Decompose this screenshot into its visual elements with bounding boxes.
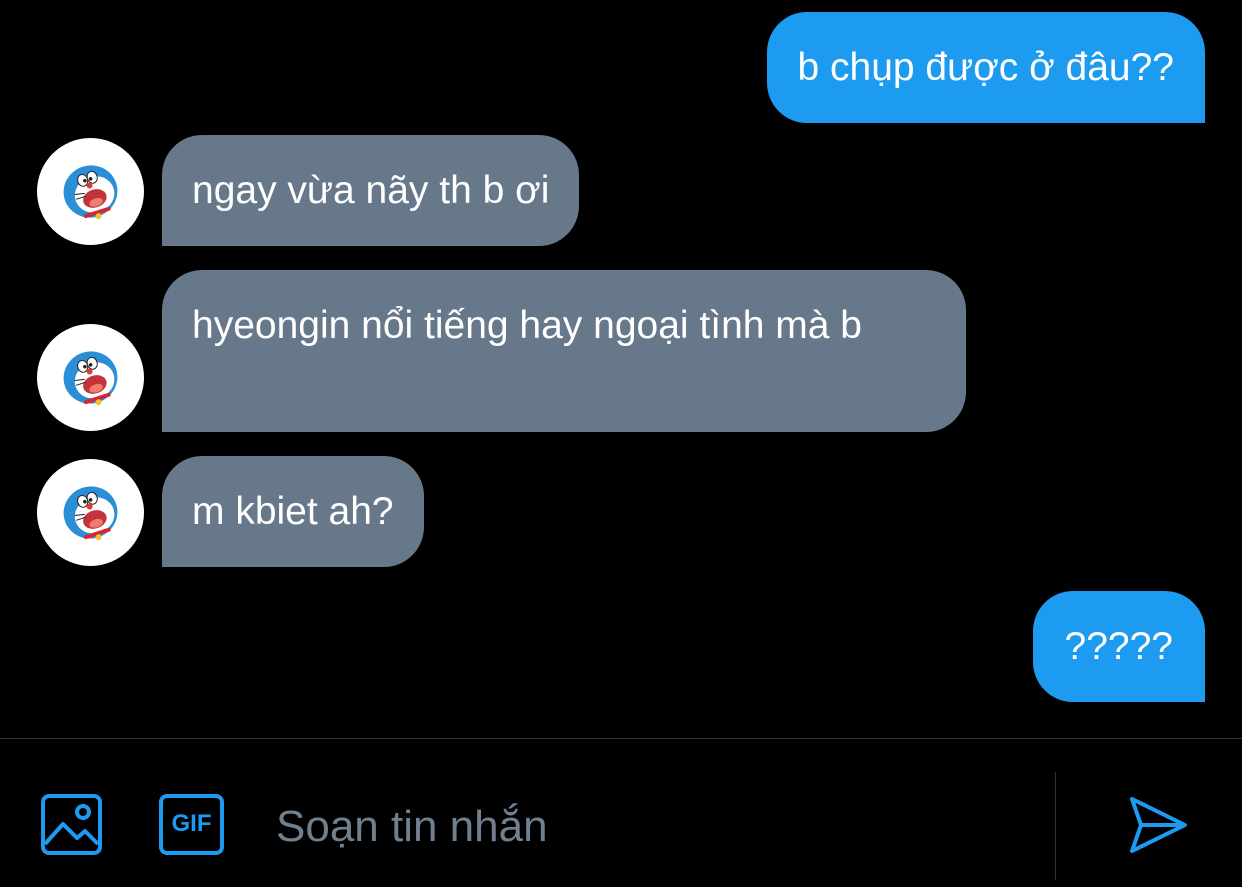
message-thread: b chụp được ở đâu?? ngay vừa nãy th b ơi… xyxy=(0,0,1242,738)
send-divider xyxy=(1055,772,1056,880)
contact-avatar[interactable] xyxy=(37,459,144,566)
incoming-message-bubble[interactable]: hyeongin nổi tiếng hay ngoại tình mà b xyxy=(162,270,966,432)
outgoing-message-bubble[interactable]: ????? xyxy=(1032,591,1205,702)
outgoing-message-bubble[interactable]: b chụp được ở đâu?? xyxy=(766,12,1205,123)
doraemon-avatar-icon xyxy=(63,351,118,406)
image-icon xyxy=(41,794,102,855)
add-gif-button[interactable]: GIF xyxy=(159,794,224,855)
message-composer: GIF xyxy=(0,739,1242,887)
contact-avatar[interactable] xyxy=(37,138,144,245)
send-icon xyxy=(1130,797,1187,853)
incoming-message-bubble[interactable]: ngay vừa nãy th b ơi xyxy=(162,135,580,246)
doraemon-avatar-icon xyxy=(63,165,118,220)
send-button[interactable] xyxy=(1127,794,1189,856)
doraemon-avatar-icon xyxy=(63,486,118,541)
gif-label: GIF xyxy=(171,810,212,837)
incoming-message-bubble[interactable]: m kbiet ah? xyxy=(162,456,424,567)
message-input[interactable] xyxy=(276,799,1036,855)
contact-avatar[interactable] xyxy=(37,324,144,431)
add-media-button[interactable] xyxy=(41,794,102,855)
